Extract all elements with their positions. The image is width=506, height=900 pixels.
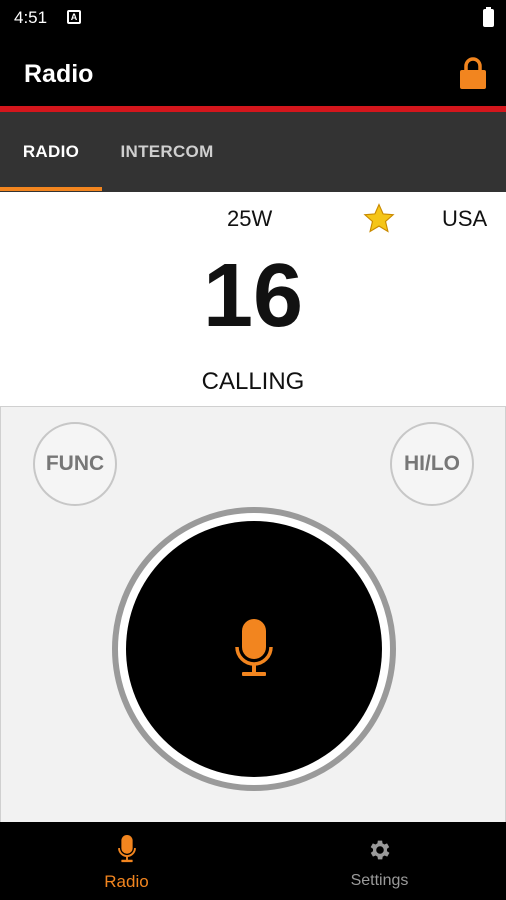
bottom-nav: Radio Settings: [0, 822, 506, 900]
tab-indicator: [0, 187, 102, 191]
hilo-button[interactable]: HI/LO: [390, 422, 474, 506]
lock-icon[interactable]: [458, 56, 488, 90]
notification-icon: A: [67, 10, 81, 24]
microphone-icon: [235, 619, 273, 676]
tab-intercom[interactable]: INTERCOM: [102, 112, 232, 192]
nav-item-settings[interactable]: Settings: [253, 822, 506, 900]
region-label[interactable]: USA: [442, 206, 487, 232]
channel-name: CALLING: [201, 368, 305, 395]
nav-label-radio: Radio: [104, 872, 149, 891]
gear-icon: [370, 840, 389, 860]
channel-panel: 25W USA 16 CALLING: [0, 192, 506, 406]
push-to-talk-button[interactable]: [126, 521, 382, 777]
microphone-icon: [117, 834, 136, 863]
control-area: FUNC HI/LO: [0, 406, 506, 822]
power-level[interactable]: 25W: [227, 206, 272, 232]
ptt-ring: [112, 507, 396, 791]
status-time: 4:51: [14, 8, 48, 27]
channel-number: 16: [202, 246, 304, 346]
battery-icon: [483, 7, 494, 27]
tab-radio[interactable]: RADIO: [0, 112, 102, 192]
star-icon[interactable]: [362, 202, 396, 236]
status-bar: 4:51 A: [0, 0, 506, 36]
tab-bar: RADIO INTERCOM: [0, 112, 506, 192]
page-title: Radio: [24, 60, 94, 88]
nav-label-settings: Settings: [350, 872, 409, 889]
nav-item-radio[interactable]: Radio: [0, 822, 253, 900]
func-button[interactable]: FUNC: [33, 422, 117, 506]
app-bar: Radio: [0, 36, 506, 106]
